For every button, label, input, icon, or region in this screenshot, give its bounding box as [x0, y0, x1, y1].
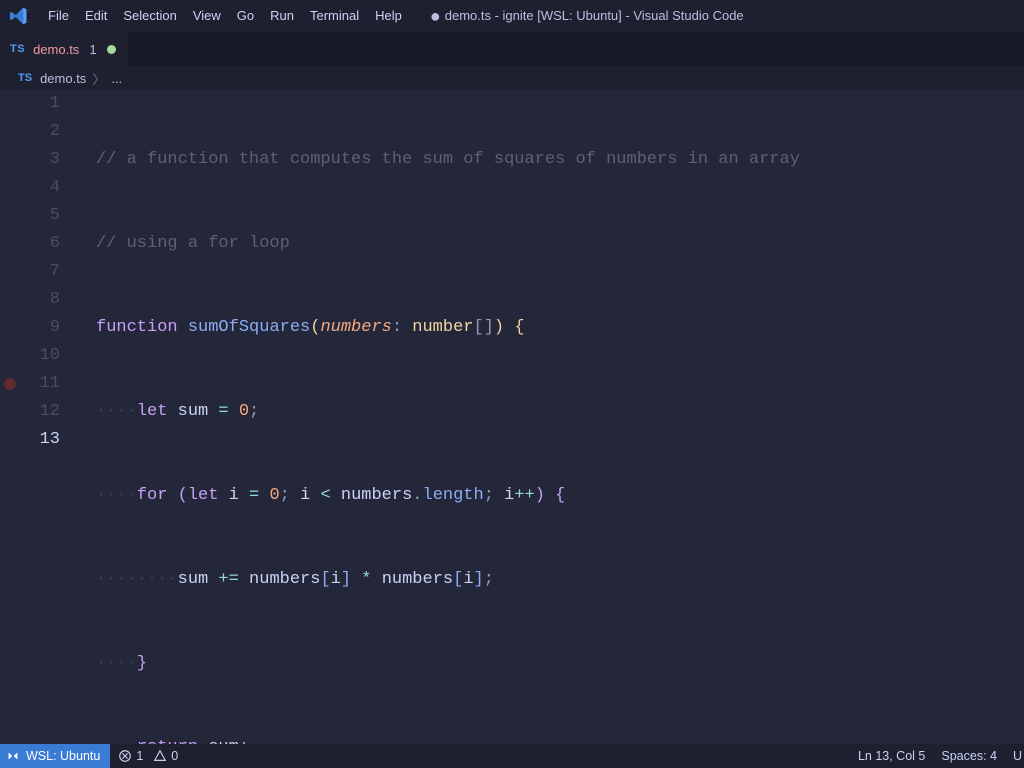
line-number[interactable]: 4	[0, 174, 82, 202]
line-number-gutter[interactable]: 1 2 3 4 5 6 7 8 9 10 11 12 13	[0, 90, 82, 454]
encoding-status[interactable]: U	[1005, 749, 1024, 763]
typescript-icon: TS	[10, 43, 25, 55]
code-line[interactable]: ········sum += numbers[i] * numbers[i];	[96, 566, 1024, 594]
window-title: ●demo.ts - ignite [WSL: Ubuntu] - Visual…	[430, 6, 744, 27]
code-line[interactable]: ····}	[96, 650, 1024, 678]
code-editor[interactable]: 1 2 3 4 5 6 7 8 9 10 11 12 13 // a funct…	[0, 90, 1024, 744]
tab-problem-count: 1	[89, 42, 96, 57]
menu-file[interactable]: File	[40, 0, 77, 32]
warning-icon	[153, 749, 167, 763]
menu-go[interactable]: Go	[229, 0, 262, 32]
menu-terminal[interactable]: Terminal	[302, 0, 367, 32]
menu-view[interactable]: View	[185, 0, 229, 32]
menu-bar: File Edit Selection View Go Run Terminal…	[0, 0, 1024, 32]
code-content[interactable]: // a function that computes the sum of s…	[96, 90, 1024, 744]
unsaved-dot-icon	[107, 45, 116, 54]
breadcrumb[interactable]: TS demo.ts 〉 ...	[0, 66, 1024, 90]
breakpoint-dot-icon[interactable]	[4, 378, 16, 390]
remote-indicator[interactable]: WSL: Ubuntu	[0, 744, 110, 768]
indentation-status[interactable]: Spaces: 4	[933, 749, 1005, 763]
line-number[interactable]: 10	[0, 342, 82, 370]
menu-help[interactable]: Help	[367, 0, 410, 32]
line-number[interactable]: 6	[0, 230, 82, 258]
line-number[interactable]: 5	[0, 202, 82, 230]
line-number[interactable]: 13	[0, 426, 82, 454]
error-icon	[118, 749, 132, 763]
line-number[interactable]: 12	[0, 398, 82, 426]
breadcrumb-file: demo.ts	[40, 71, 86, 86]
line-number[interactable]: 9	[0, 314, 82, 342]
breadcrumb-rest: ...	[111, 71, 122, 86]
line-number[interactable]: 7	[0, 258, 82, 286]
menu-selection[interactable]: Selection	[115, 0, 184, 32]
menu-run[interactable]: Run	[262, 0, 302, 32]
tab-filename: demo.ts	[33, 42, 79, 57]
chevron-right-icon: 〉	[92, 69, 105, 88]
code-line[interactable]: function sumOfSquares(numbers: number[])…	[96, 314, 1024, 342]
vscode-logo-icon	[8, 5, 30, 27]
line-number[interactable]: 1	[0, 90, 82, 118]
status-bar: WSL: Ubuntu 1 0 Ln 13, Col 5 Spaces: 4 U	[0, 744, 1024, 768]
line-number[interactable]: 8	[0, 286, 82, 314]
code-line[interactable]: ····let sum = 0;	[96, 398, 1024, 426]
typescript-icon: TS	[18, 72, 32, 84]
tab-demo-ts[interactable]: TS demo.ts 1	[0, 32, 128, 66]
remote-icon	[6, 749, 20, 763]
cursor-position[interactable]: Ln 13, Col 5	[850, 749, 933, 763]
line-number[interactable]: 3	[0, 146, 82, 174]
code-line[interactable]: ····return sum;	[96, 734, 1024, 744]
menu-edit[interactable]: Edit	[77, 0, 115, 32]
code-line[interactable]: ····for (let i = 0; i < numbers.length; …	[96, 482, 1024, 510]
code-line[interactable]: // using a for loop	[96, 230, 1024, 258]
line-number[interactable]: 2	[0, 118, 82, 146]
problems-indicator[interactable]: 1 0	[110, 749, 186, 763]
line-number[interactable]: 11	[0, 370, 82, 398]
tab-bar: TS demo.ts 1	[0, 32, 1024, 66]
code-line[interactable]: // a function that computes the sum of s…	[96, 146, 1024, 174]
